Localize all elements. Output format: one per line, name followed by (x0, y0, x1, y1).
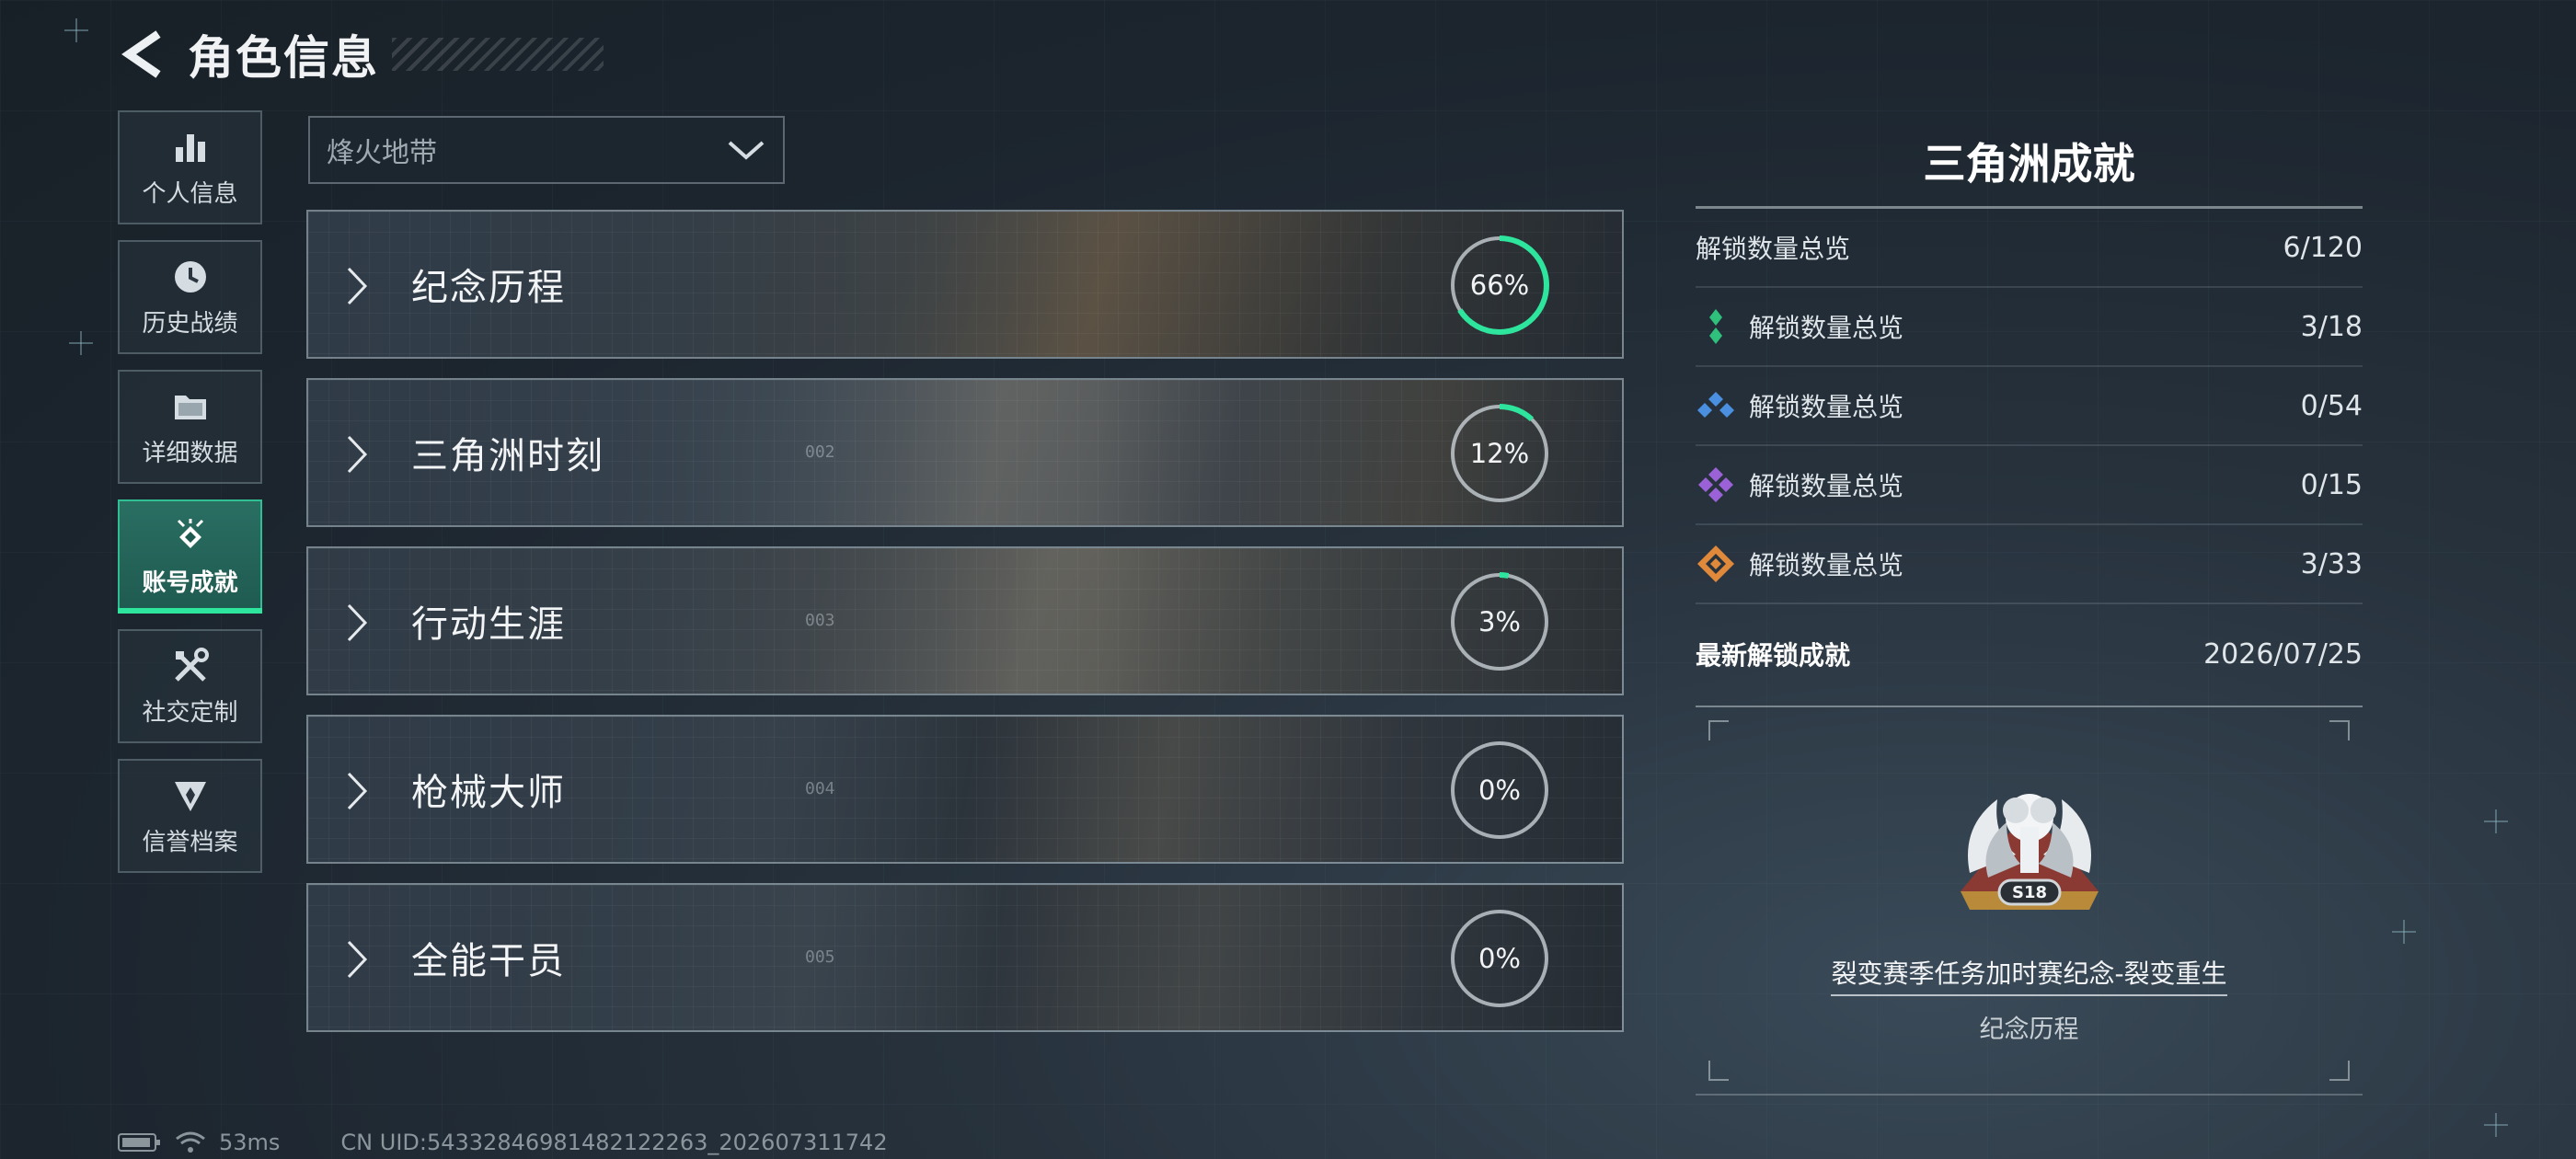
sidebar-item-label: 历史战绩 (142, 309, 238, 338)
green-diamond-icon (1696, 306, 1736, 347)
category-card[interactable]: 三角洲时刻 002 12% (306, 378, 1624, 527)
latest-unlock-date: 2026/07/25 (2203, 637, 2363, 671)
svg-text:S18: S18 (2012, 883, 2047, 902)
sidebar: 个人信息 历史战绩 详细数据 账号成就 社交定制 信誉档案 (118, 110, 266, 889)
chevron-right-icon (347, 940, 368, 979)
back-arrow-icon (121, 30, 161, 78)
progress-percent: 12% (1469, 438, 1530, 469)
purple-diamond-icon (1696, 465, 1736, 505)
category-number: 003 (805, 611, 835, 630)
deco-cross (69, 331, 93, 355)
sidebar-item-details[interactable]: 详细数据 (118, 370, 262, 484)
sidebar-item-label: 账号成就 (142, 568, 238, 597)
mode-select-value: 烽火地带 (327, 137, 437, 169)
wifi-icon (176, 1131, 205, 1153)
deco-cross (64, 18, 88, 42)
achievement-summary-panel: 三角洲成就 解锁数量总览 6/120 解锁数量总览 3/18 解锁数量总览 0/… (1696, 129, 2363, 1096)
status-bar: 53ms CN UID:54332846981482122263_2026073… (118, 1130, 888, 1155)
summary-total-value: 6/120 (2283, 231, 2363, 264)
deco-cross (2484, 1113, 2508, 1137)
tier-row: 解锁数量总览 0/54 (1696, 367, 2363, 446)
sidebar-item-label: 社交定制 (142, 698, 238, 727)
summary-title: 三角洲成就 (1923, 139, 2135, 189)
progress-ring: 0% (1447, 906, 1552, 1011)
tier-label: 解锁数量总览 (1749, 392, 1904, 422)
tier-label: 解锁数量总览 (1749, 313, 1904, 343)
achievement-category-list: 纪念历程 66% 三角洲时刻 002 12% 行动生涯 003 3% 枪械大师 … (306, 210, 1624, 1051)
back-button[interactable] (118, 25, 169, 84)
summary-total-label: 解锁数量总览 (1696, 234, 1851, 264)
tier-value: 0/15 (2300, 468, 2363, 501)
chevron-right-icon (347, 603, 368, 642)
latest-unlock-header: 最新解锁成就 2026/07/25 (1696, 614, 2363, 694)
sidebar-item-social[interactable]: 社交定制 (118, 629, 262, 743)
folder-icon (170, 386, 211, 427)
tier-row: 解锁数量总览 3/33 (1696, 525, 2363, 604)
tier-value: 0/54 (2300, 389, 2363, 422)
tier-label: 解锁数量总览 (1749, 550, 1904, 580)
shield-icon (170, 775, 211, 816)
latest-achievement-name-wrap: 裂变赛季任务加时赛纪念-裂变重生 (1696, 954, 2363, 996)
progress-percent: 3% (1478, 606, 1521, 637)
chevron-down-icon (728, 141, 765, 160)
title-decoration (392, 38, 604, 71)
sidebar-item-history[interactable]: 历史战绩 (118, 240, 262, 354)
battery-icon (118, 1133, 160, 1152)
page-title: 角色信息 (188, 31, 379, 85)
tier-value: 3/18 (2300, 310, 2363, 343)
progress-ring: 0% (1447, 738, 1552, 843)
tier-row: 解锁数量总览 3/18 (1696, 288, 2363, 367)
category-name: 行动生涯 (411, 603, 566, 646)
progress-percent: 0% (1478, 775, 1521, 806)
sidebar-item-label: 信誉档案 (142, 828, 238, 856)
tools-icon (170, 646, 211, 686)
chevron-right-icon (347, 267, 368, 305)
category-card[interactable]: 全能干员 005 0% (306, 883, 1624, 1032)
latest-unlock-title: 最新解锁成就 (1696, 640, 1851, 671)
category-card[interactable]: 枪械大师 004 0% (306, 715, 1624, 864)
ping-value: 53ms (219, 1130, 281, 1155)
deco-cross (2392, 920, 2416, 944)
category-name: 枪械大师 (411, 772, 566, 814)
orange-diamond-icon (1696, 544, 1736, 584)
category-card[interactable]: 行动生涯 003 3% (306, 546, 1624, 695)
bar-chart-icon (170, 127, 211, 167)
history-icon (170, 257, 211, 297)
category-name: 三角洲时刻 (411, 435, 604, 477)
progress-percent: 66% (1469, 270, 1530, 301)
tier-label: 解锁数量总览 (1749, 471, 1904, 501)
achievement-badge-icon: S18 (1961, 794, 2099, 910)
latest-achievement-name: 裂变赛季任务加时赛纪念-裂变重生 (1831, 958, 2227, 996)
category-number: 002 (805, 442, 835, 462)
category-name: 纪念历程 (411, 267, 566, 309)
progress-ring: 3% (1447, 569, 1552, 674)
category-card[interactable]: 纪念历程 66% (306, 210, 1624, 359)
sidebar-item-personal-info[interactable]: 个人信息 (118, 110, 262, 224)
category-name: 全能干员 (411, 940, 566, 982)
summary-total-row: 解锁数量总览 6/120 (1696, 209, 2363, 288)
mode-select[interactable]: 烽火地带 (308, 116, 785, 184)
sidebar-item-label: 详细数据 (142, 439, 238, 467)
tier-value: 3/33 (2300, 547, 2363, 580)
chevron-right-icon (347, 435, 368, 474)
latest-achievement-category: 纪念历程 (1979, 1016, 2079, 1044)
blue-diamond-icon (1696, 385, 1736, 426)
category-number: 005 (805, 947, 835, 967)
achievement-icon (170, 516, 211, 557)
progress-ring: 12% (1447, 401, 1552, 506)
sidebar-item-achievements[interactable]: 账号成就 (118, 499, 262, 614)
sidebar-item-reputation[interactable]: 信誉档案 (118, 759, 262, 873)
progress-percent: 0% (1478, 943, 1521, 974)
user-uid: CN UID:54332846981482122263_202607311742 (340, 1130, 888, 1155)
chevron-right-icon (347, 772, 368, 810)
progress-ring: 66% (1447, 233, 1552, 338)
deco-cross (2484, 809, 2508, 833)
sidebar-item-label: 个人信息 (142, 179, 238, 208)
latest-achievement-card[interactable]: S18 裂变赛季任务加时赛纪念-裂变重生 纪念历程 (1696, 706, 2363, 1096)
tier-row: 解锁数量总览 0/15 (1696, 446, 2363, 525)
page-header: 角色信息 (118, 22, 604, 86)
category-number: 004 (805, 779, 835, 798)
